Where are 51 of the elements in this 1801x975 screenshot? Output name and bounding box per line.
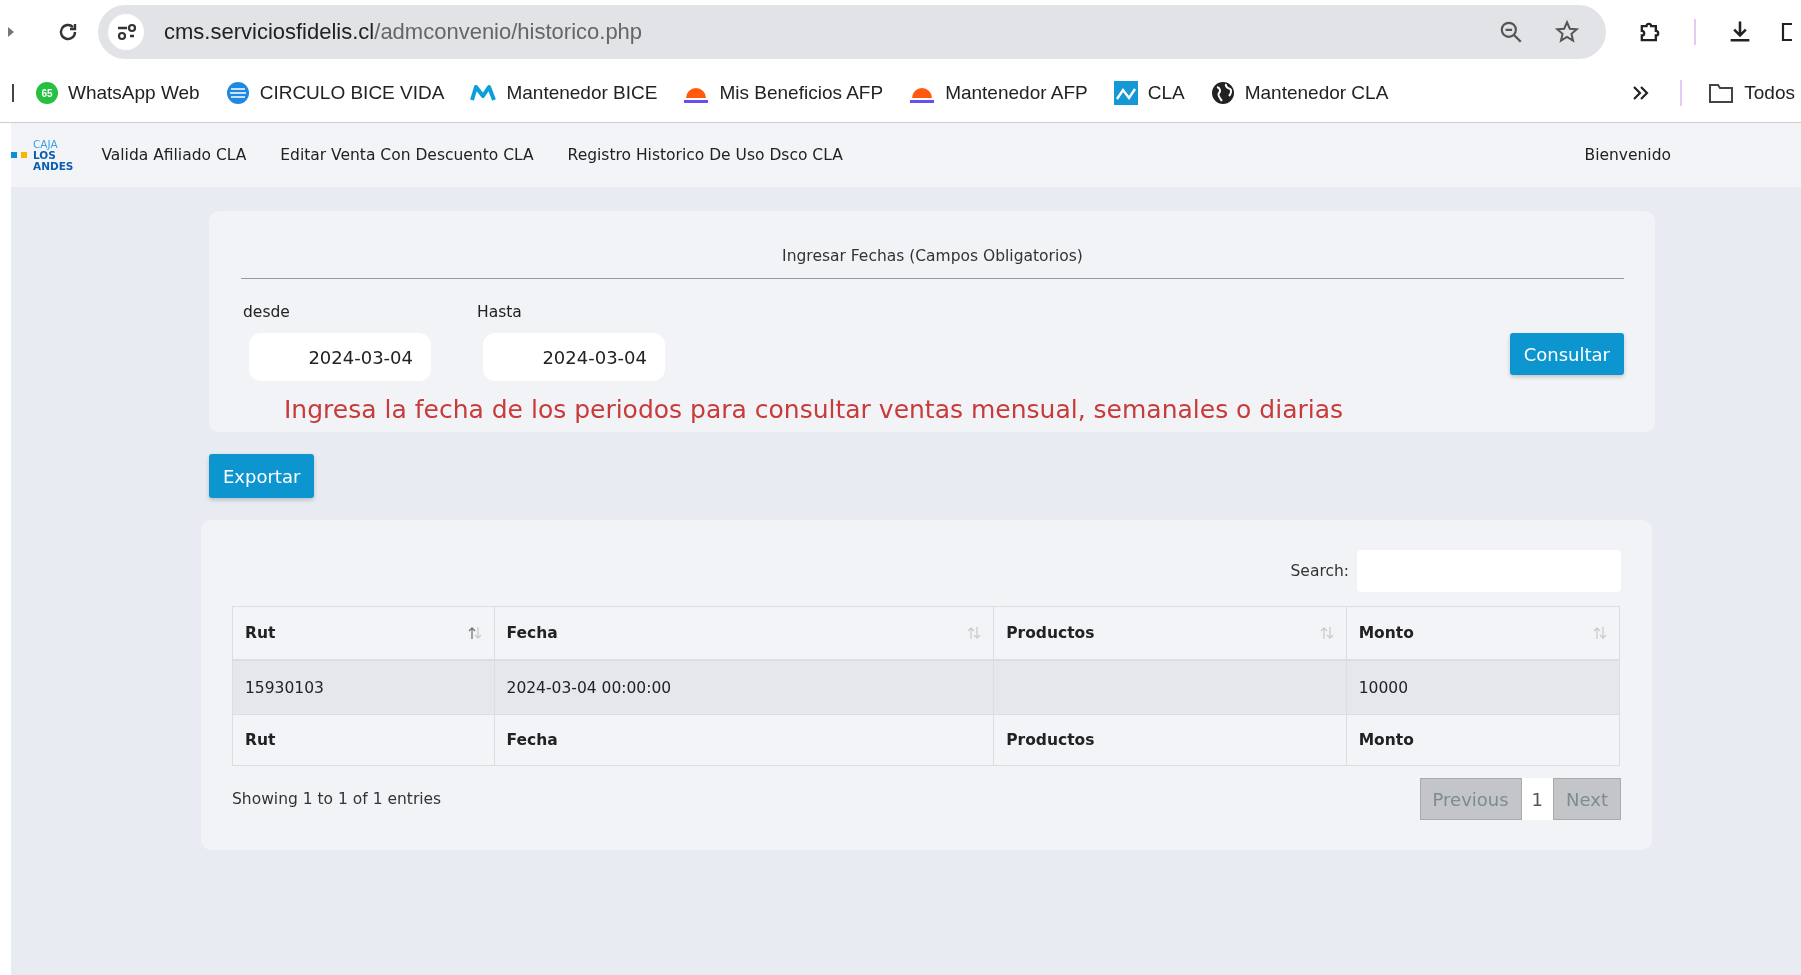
column-footer: Monto: [1346, 714, 1620, 766]
entries-info: Showing 1 to 1 of 1 entries: [232, 790, 442, 808]
hint-text: Ingresa la fecha de los periodos para consultar ventas mensual, semanales o diarias: [284, 395, 1345, 424]
field-label: Hasta: [477, 303, 522, 321]
sort-icon: [467, 626, 482, 640]
form-title: Ingresar Fechas (Campos Obligatorios): [241, 247, 1624, 279]
bookmark-folder[interactable]: Todos: [1708, 82, 1795, 104]
striped-circle-icon: [225, 81, 250, 105]
zoom-out-icon[interactable]: [1498, 19, 1524, 45]
address-bar[interactable]: cms.serviciosfidelis.cl/admconvenio/historico.php: [98, 5, 1606, 59]
table-cell: 2024-03-04 00:00:00: [506, 678, 672, 697]
date-field[interactable]: 2024-03-04: [483, 333, 665, 381]
folder-icon: [1708, 82, 1735, 104]
column-header[interactable]: Rut: [232, 606, 495, 660]
nav-link[interactable]: Valida Afiliado CLA: [101, 146, 247, 164]
wave-square-icon: [1113, 81, 1138, 105]
column-header[interactable]: Monto: [1346, 606, 1620, 660]
column-header[interactable]: Fecha: [494, 606, 994, 660]
site-settings-icon[interactable]: [108, 14, 144, 50]
column-footer: Fecha: [494, 714, 994, 766]
field-label: desde: [243, 303, 290, 321]
bookmark[interactable]: Mantenedor BICE: [470, 82, 658, 104]
window-icon[interactable]: [1780, 20, 1792, 44]
bookmark[interactable]: CIRCULO BICE VIDA: [225, 81, 445, 105]
welcome-text: Bienvenido: [1584, 146, 1671, 164]
logo[interactable]: CAJA LOS ANDES: [11, 138, 74, 172]
column-footer: Rut: [232, 714, 495, 766]
sort-icon: [1319, 626, 1334, 640]
bookmark[interactable]: Mis Beneficios AFP: [683, 82, 884, 104]
nav-link[interactable]: Editar Venta Con Descuento CLA: [280, 146, 534, 164]
column-header[interactable]: Productos: [993, 606, 1347, 660]
sort-icon: [967, 626, 982, 640]
table-cell: 15930103: [245, 678, 324, 697]
globe-icon: [1210, 81, 1235, 105]
search-label: Search:: [1290, 562, 1349, 580]
more-bookmarks-icon[interactable]: [1632, 85, 1651, 101]
bookmark[interactable]: Mantenedor AFP: [909, 82, 1088, 104]
sort-icon: [1593, 626, 1607, 640]
forward-arrow-icon[interactable]: [8, 27, 14, 37]
nav-link[interactable]: Registro Historico De Uso Dsco CLA: [567, 146, 843, 164]
column-footer: Productos: [993, 714, 1347, 766]
bookmark[interactable]: Mantenedor CLA: [1210, 81, 1389, 105]
bookmark[interactable]: 65 WhatsApp Web: [36, 82, 200, 104]
m-letter-logo-icon: [470, 84, 497, 102]
star-icon[interactable]: [1554, 19, 1580, 45]
chat-bubble-icon: 65: [36, 82, 58, 104]
url-text[interactable]: cms.serviciosfidelis.cl/admconvenio/historico.php: [164, 19, 643, 45]
table-cell: 10000: [1358, 678, 1408, 697]
bookmark[interactable]: CLA: [1113, 81, 1185, 105]
date-field[interactable]: 2024-03-04: [249, 333, 431, 381]
pagination-button[interactable]: 1: [1521, 778, 1554, 820]
